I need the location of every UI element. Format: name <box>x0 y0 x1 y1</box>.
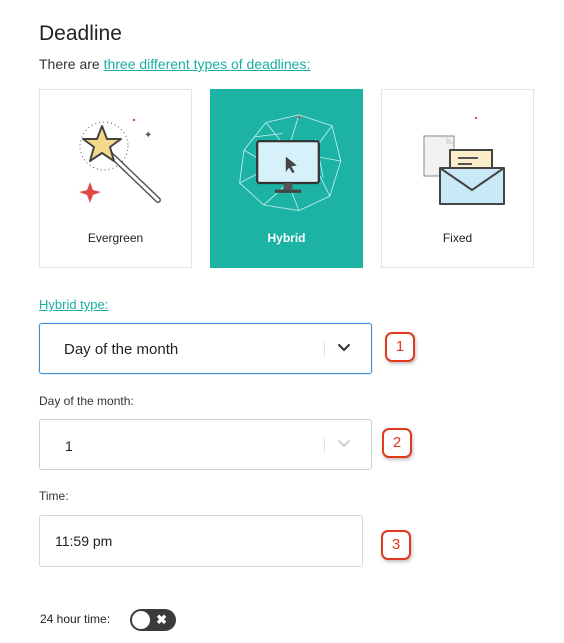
hybrid-type-select[interactable]: Day of the month <box>39 323 372 374</box>
deadline-card-evergreen[interactable]: ✦ Evergreen <box>39 89 192 268</box>
select-separator <box>324 342 325 357</box>
intro-prefix: There are <box>39 56 104 72</box>
card-label-hybrid: Hybrid <box>267 231 306 245</box>
annotation-badge-3: 3 <box>381 530 411 560</box>
monitor-network-icon <box>239 114 342 211</box>
toggle-knob <box>132 611 150 629</box>
day-of-month-value: 1 <box>65 438 73 454</box>
24-hour-time-toggle[interactable]: ✖ <box>130 609 176 631</box>
hybrid-type-value: Day of the month <box>64 341 179 358</box>
card-label-evergreen: Evergreen <box>87 231 144 245</box>
time-input[interactable]: 11:59 pm <box>39 515 363 567</box>
hybrid-type-label[interactable]: Hybrid type: <box>39 297 108 312</box>
card-label-fixed: Fixed <box>442 231 473 245</box>
close-icon: ✖ <box>156 612 167 627</box>
svg-text:✦: ✦ <box>144 130 152 141</box>
day-of-month-select[interactable]: 1 <box>39 419 372 470</box>
annotation-badge-2: 2 <box>382 428 412 458</box>
chevron-down-icon[interactable] <box>335 338 353 356</box>
magic-wand-icon: ✦ <box>79 118 161 203</box>
deadline-card-fixed[interactable]: Fixed <box>381 89 534 268</box>
time-label: Time: <box>39 489 69 503</box>
intro-text: There are three different types of deadl… <box>39 56 310 72</box>
deadline-card-hybrid[interactable]: Hybrid <box>210 89 363 268</box>
day-of-month-label: Day of the month: <box>39 394 134 408</box>
24-hour-time-label: 24 hour time: <box>40 612 111 626</box>
time-value: 11:59 pm <box>55 533 113 549</box>
deadline-types-link[interactable]: three different types of deadlines: <box>104 56 311 72</box>
chevron-down-icon[interactable] <box>335 434 353 452</box>
page-title: Deadline <box>39 22 122 45</box>
envelope-icon <box>423 116 505 205</box>
annotation-badge-1: 1 <box>385 332 415 362</box>
select-separator <box>324 438 325 453</box>
